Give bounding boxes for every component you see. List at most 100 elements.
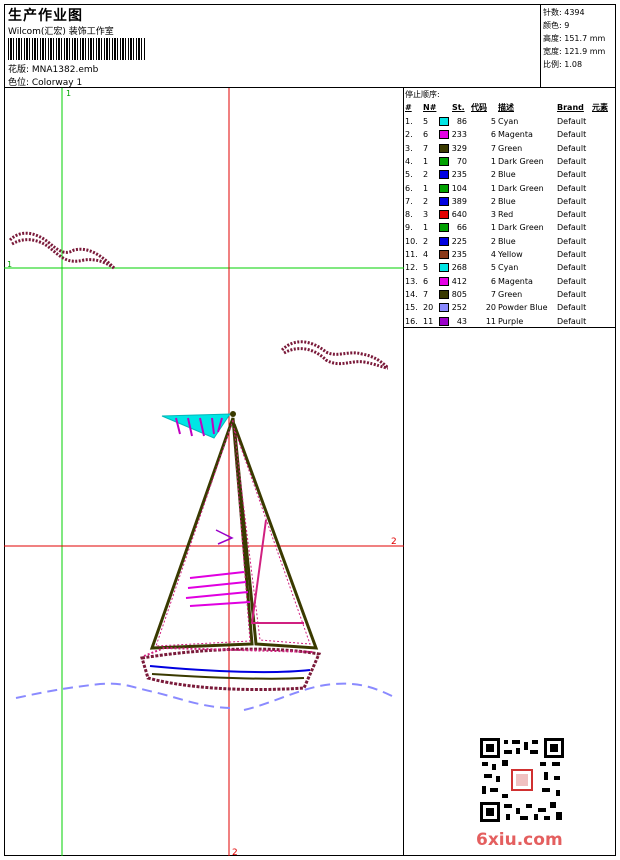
cell-code: 2 <box>490 236 496 246</box>
table-row: 12. 5 268 5 Cyan Default <box>404 261 616 274</box>
cell-n: 1 <box>423 223 429 233</box>
cell-desc: Blue <box>498 170 516 180</box>
cell-n: 3 <box>423 210 429 220</box>
cell-brand: Default <box>557 117 587 126</box>
table-row: 2. 6 233 6 Magenta Default <box>404 128 616 141</box>
cell-n: 7 <box>423 289 429 299</box>
color-swatch <box>439 276 449 286</box>
cell-brand: Default <box>557 183 587 193</box>
table-row: 6. 1 104 1 Dark Green Default <box>404 182 616 195</box>
cell-desc: Yellow <box>498 250 523 259</box>
table-row: 4. 1 70 1 Dark Green Default <box>404 155 616 168</box>
color-swatch <box>439 183 449 193</box>
cell-brand: Default <box>557 303 587 313</box>
color-swatch <box>439 289 449 299</box>
cell-st: 225 <box>451 236 467 246</box>
col-description: 描述 <box>498 103 514 112</box>
stop-sequence-panel: 停止顺序: # N# St. 代码 描述 Brand 元素 1. 5 86 5 Cyan… <box>404 88 616 328</box>
cell-st: 43 <box>456 316 467 326</box>
guide-label: 1 <box>66 89 71 98</box>
table-row: 15. 20 252 20 Powder Blue Default <box>404 301 616 314</box>
cell-desc: Green <box>498 289 523 299</box>
cell-n: 5 <box>423 263 429 273</box>
cell-brand: Default <box>557 130 587 140</box>
cell-idx: 13. <box>405 276 418 286</box>
stat-scale: 比例: 1.08 <box>543 60 583 69</box>
cell-st: 389 <box>451 196 467 206</box>
cell-desc: Magenta <box>498 276 533 286</box>
cell-desc: Magenta <box>498 130 533 140</box>
color-swatch <box>439 316 449 326</box>
cell-idx: 8. <box>405 210 413 220</box>
color-swatch <box>439 250 449 259</box>
stat-stitches: 针数: 4394 <box>543 8 585 17</box>
cell-st: 252 <box>451 303 467 313</box>
cell-idx: 5. <box>405 170 413 180</box>
guide-label: 2 <box>232 848 238 856</box>
cell-n: 5 <box>423 117 429 126</box>
cell-desc: Dark Green <box>498 156 544 166</box>
cell-idx: 14. <box>405 289 418 299</box>
cell-n: 2 <box>423 236 429 246</box>
cell-n: 1 <box>423 183 429 193</box>
cell-n: 1 <box>423 156 429 166</box>
cell-brand: Default <box>557 196 587 206</box>
cell-st: 66 <box>456 223 467 233</box>
company-name: Wilcom(汇宏) 装饰工作室 <box>8 27 114 37</box>
cell-st: 233 <box>451 130 467 140</box>
cell-idx: 10. <box>405 236 418 246</box>
cell-n: 11 <box>423 316 434 326</box>
header-block: 生产作业图 Wilcom(汇宏) 装饰工作室 花版: MNA1382.emb 色… <box>4 4 541 88</box>
stats-block: 针数: 4394 颜色: 9 高度: 151.7 mm 宽度: 121.9 mm… <box>541 4 616 88</box>
cell-n: 4 <box>423 250 429 259</box>
bird-right <box>280 340 390 370</box>
cell-st: 412 <box>451 276 467 286</box>
cell-n: 6 <box>423 130 429 140</box>
table-row: 1. 5 86 5 Cyan Default <box>404 115 616 128</box>
color-swatch <box>439 130 449 140</box>
col-element: 元素 <box>592 103 608 112</box>
color-swatch <box>439 156 449 166</box>
design-canvas: 1 1 2 2 <box>4 88 404 858</box>
table-row: 13. 6 412 6 Magenta Default <box>404 275 616 288</box>
sailboat-sails <box>149 417 319 650</box>
cell-st: 86 <box>456 117 467 126</box>
cell-st: 70 <box>456 156 467 166</box>
col-stitches: St. <box>452 103 465 112</box>
cell-brand: Default <box>557 316 587 326</box>
watermark-text: 6xiu.com <box>476 830 563 850</box>
cell-code: 5 <box>490 263 496 273</box>
cell-code: 7 <box>490 289 496 299</box>
color-swatch <box>439 223 449 233</box>
table-row: 7. 2 389 2 Blue Default <box>404 195 616 208</box>
cell-idx: 12. <box>405 263 418 273</box>
cell-desc: Dark Green <box>498 183 544 193</box>
cell-code: 20 <box>485 303 496 313</box>
cell-st: 329 <box>451 143 467 153</box>
cell-n: 2 <box>423 170 429 180</box>
cell-idx: 2. <box>405 130 413 140</box>
cell-brand: Default <box>557 156 587 166</box>
cell-st: 235 <box>451 170 467 180</box>
table-row: 5. 2 235 2 Blue Default <box>404 168 616 181</box>
qr-code <box>480 738 564 822</box>
cell-idx: 6. <box>405 183 413 193</box>
cell-desc: Blue <box>498 196 516 206</box>
cell-brand: Default <box>557 223 587 233</box>
stat-width: 宽度: 121.9 mm <box>543 47 606 56</box>
cell-idx: 15. <box>405 303 418 313</box>
color-swatch <box>439 143 449 153</box>
table-row: 8. 3 640 3 Red Default <box>404 208 616 221</box>
sailboat-flag <box>161 411 236 439</box>
cell-desc: Dark Green <box>498 223 544 233</box>
cell-code: 1 <box>490 156 496 166</box>
stat-colors: 颜色: 9 <box>543 21 570 30</box>
cell-desc: Blue <box>498 236 516 246</box>
cell-idx: 16. <box>405 316 418 326</box>
table-row: 11. 4 235 4 Yellow Default <box>404 248 616 261</box>
cell-brand: Default <box>557 143 587 153</box>
cell-code: 6 <box>490 130 496 140</box>
table-header: # N# St. 代码 描述 Brand 元素 <box>404 101 616 114</box>
cell-idx: 9. <box>405 223 413 233</box>
cell-brand: Default <box>557 236 587 246</box>
